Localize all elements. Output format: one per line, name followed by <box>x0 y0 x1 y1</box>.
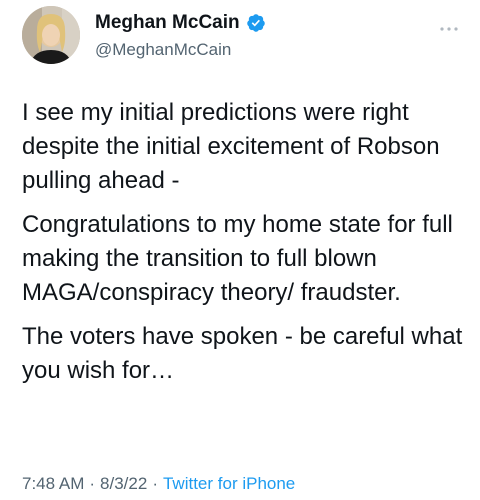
avatar[interactable] <box>22 6 80 64</box>
author-display-name[interactable]: Meghan McCain <box>95 12 240 34</box>
tweet-time[interactable]: 7:48 AM <box>22 474 84 493</box>
tweet-source-link[interactable]: Twitter for iPhone <box>163 474 295 493</box>
tweet-paragraph: I see my initial predictions were right … <box>22 99 440 194</box>
more-options-icon[interactable] <box>438 20 460 31</box>
author-handle[interactable]: @MeghanMcCain <box>95 40 231 60</box>
tweet-paragraph: The voters have spoken - be careful what… <box>22 323 463 384</box>
meta-separator: · <box>152 474 158 493</box>
tweet-paragraph: Congratulations to my home state for ful… <box>22 211 453 306</box>
meta-separator: · <box>89 474 96 493</box>
tweet-date[interactable]: 8/3/22 <box>100 474 147 493</box>
tweet-metadata: 7:48 AM · 8/3/22 · Twitter for iPhone <box>22 474 295 494</box>
tweet-card: Meghan McCain @MeghanMcCain I see my ini… <box>0 0 480 500</box>
tweet-text: I see my initial predictions were right … <box>22 96 467 398</box>
verified-badge-icon <box>246 13 266 33</box>
author-name-row[interactable]: Meghan McCain <box>95 12 266 34</box>
